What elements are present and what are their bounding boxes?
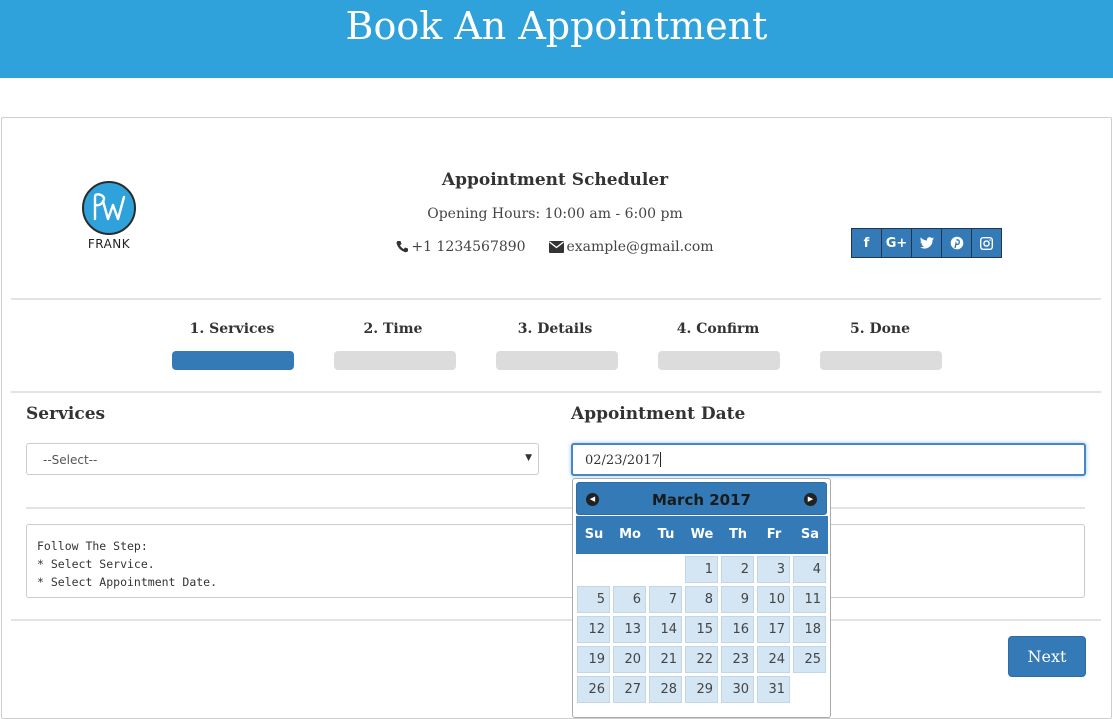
calendar-day[interactable]: 11 bbox=[793, 586, 826, 613]
calendar-day[interactable]: 14 bbox=[649, 616, 682, 643]
weekday-label: Fr bbox=[766, 527, 782, 542]
calendar-day[interactable]: 30 bbox=[721, 676, 754, 703]
contact-info: +1 1234567890 example@gmail.com bbox=[330, 239, 780, 257]
divider bbox=[26, 507, 1085, 509]
calendar-day[interactable]: 5 bbox=[577, 586, 610, 613]
calendar-day[interactable]: 13 bbox=[613, 616, 646, 643]
logo-text: FRANK bbox=[87, 237, 131, 251]
text-cursor bbox=[659, 452, 661, 467]
calendar-day[interactable]: 16 bbox=[721, 616, 754, 643]
divider bbox=[11, 619, 1101, 621]
services-label: Services bbox=[26, 404, 106, 424]
weekday-label: Mo bbox=[619, 527, 641, 542]
instagram-icon[interactable] bbox=[972, 229, 1001, 257]
weekday-label: Th bbox=[728, 527, 748, 542]
services-select[interactable]: --Select-- ▼ bbox=[26, 443, 539, 475]
calendar-day[interactable]: 4 bbox=[793, 556, 826, 583]
email-address[interactable]: example@gmail.com bbox=[567, 239, 714, 255]
calendar-day[interactable]: 22 bbox=[685, 646, 718, 673]
calendar-day[interactable]: 17 bbox=[757, 616, 790, 643]
calendar-day[interactable]: 15 bbox=[685, 616, 718, 643]
step-details-label: 3. Details bbox=[517, 321, 593, 337]
calendar-day[interactable]: 3 bbox=[757, 556, 790, 583]
weekday-label: Tu bbox=[657, 527, 675, 542]
page-title: Book An Appointment bbox=[345, 4, 768, 48]
calendar-day[interactable]: 29 bbox=[685, 676, 718, 703]
calendar-day[interactable]: 7 bbox=[649, 586, 682, 613]
twitter-icon[interactable] bbox=[912, 229, 942, 257]
logo-mark-icon bbox=[82, 181, 136, 235]
step-confirm-label: 4. Confirm bbox=[676, 321, 760, 337]
phone-icon bbox=[396, 240, 409, 257]
calendar-day[interactable]: 27 bbox=[613, 676, 646, 703]
calendar-day[interactable]: 2 bbox=[721, 556, 754, 583]
step-done-label: 5. Done bbox=[849, 321, 911, 337]
opening-hours: Opening Hours: 10:00 am - 6:00 pm bbox=[427, 206, 683, 222]
services-select-value: --Select-- bbox=[43, 453, 98, 467]
google-plus-icon[interactable]: G+ bbox=[882, 229, 912, 257]
step-services-progress[interactable] bbox=[172, 351, 294, 370]
step-services-label: 1. Services bbox=[189, 321, 275, 337]
calendar-day[interactable]: 6 bbox=[613, 586, 646, 613]
step-details-progress[interactable] bbox=[496, 351, 618, 370]
divider bbox=[11, 298, 1101, 300]
page-banner: Book An Appointment bbox=[0, 0, 1113, 78]
envelope-icon bbox=[548, 241, 564, 257]
calendar-day[interactable]: 1 bbox=[685, 556, 718, 583]
calendar-day[interactable]: 9 bbox=[721, 586, 754, 613]
appointment-date-label: Appointment Date bbox=[571, 404, 746, 424]
step-time-progress[interactable] bbox=[334, 351, 456, 370]
step-time-label: 2. Time bbox=[363, 321, 423, 337]
appointment-date-input[interactable]: 02/23/2017 bbox=[571, 443, 1086, 476]
calendar-day[interactable]: 20 bbox=[613, 646, 646, 673]
next-month-icon[interactable]: ▶ bbox=[804, 493, 817, 506]
step-confirm-progress[interactable] bbox=[658, 351, 780, 370]
social-links: f G+ bbox=[851, 228, 1002, 258]
facebook-icon[interactable]: f bbox=[852, 229, 882, 257]
calendar-day[interactable]: 10 bbox=[757, 586, 790, 613]
pinterest-icon[interactable] bbox=[942, 229, 972, 257]
calendar-day[interactable]: 21 bbox=[649, 646, 682, 673]
calendar-day[interactable]: 25 bbox=[793, 646, 826, 673]
phone-number[interactable]: +1 1234567890 bbox=[411, 239, 525, 255]
divider bbox=[11, 391, 1101, 393]
calendar-day[interactable]: 23 bbox=[721, 646, 754, 673]
calendar-day[interactable]: 12 bbox=[577, 616, 610, 643]
step-done-progress[interactable] bbox=[820, 351, 942, 370]
scheduler-title: Appointment Scheduler bbox=[441, 170, 669, 190]
calendar-day[interactable]: 18 bbox=[793, 616, 826, 643]
dropdown-arrow-icon: ▼ bbox=[525, 453, 532, 463]
next-button[interactable]: Next bbox=[1008, 636, 1086, 677]
weekday-label: We bbox=[690, 527, 714, 542]
calendar-day[interactable]: 26 bbox=[577, 676, 610, 703]
calendar-day[interactable]: 28 bbox=[649, 676, 682, 703]
instructions-step: * Select Service. bbox=[37, 557, 155, 571]
calendar-day[interactable]: 19 bbox=[577, 646, 610, 673]
calendar-day[interactable]: 24 bbox=[757, 646, 790, 673]
date-picker: ◀ March 2017 ▶ Su Mo Tu We Th Fr Sa 1234… bbox=[572, 478, 831, 718]
weekday-label: Sa bbox=[800, 527, 820, 542]
calendar-day[interactable]: 8 bbox=[685, 586, 718, 613]
appointment-date-value: 02/23/2017 bbox=[585, 453, 660, 468]
calendar-day[interactable]: 31 bbox=[757, 676, 790, 703]
brand-logo[interactable]: FRANK bbox=[82, 181, 136, 251]
date-picker-header: ◀ March 2017 ▶ bbox=[576, 482, 827, 515]
instructions-heading: Follow The Step: bbox=[37, 539, 148, 553]
weekday-header: Su Mo Tu We Th Fr Sa bbox=[576, 516, 828, 554]
weekday-label: Su bbox=[584, 527, 604, 542]
calendar-month-title: March 2017 bbox=[652, 491, 751, 509]
instructions-box: Follow The Step: * Select Service. * Sel… bbox=[26, 524, 1085, 598]
instructions-step: * Select Appointment Date. bbox=[37, 575, 218, 589]
